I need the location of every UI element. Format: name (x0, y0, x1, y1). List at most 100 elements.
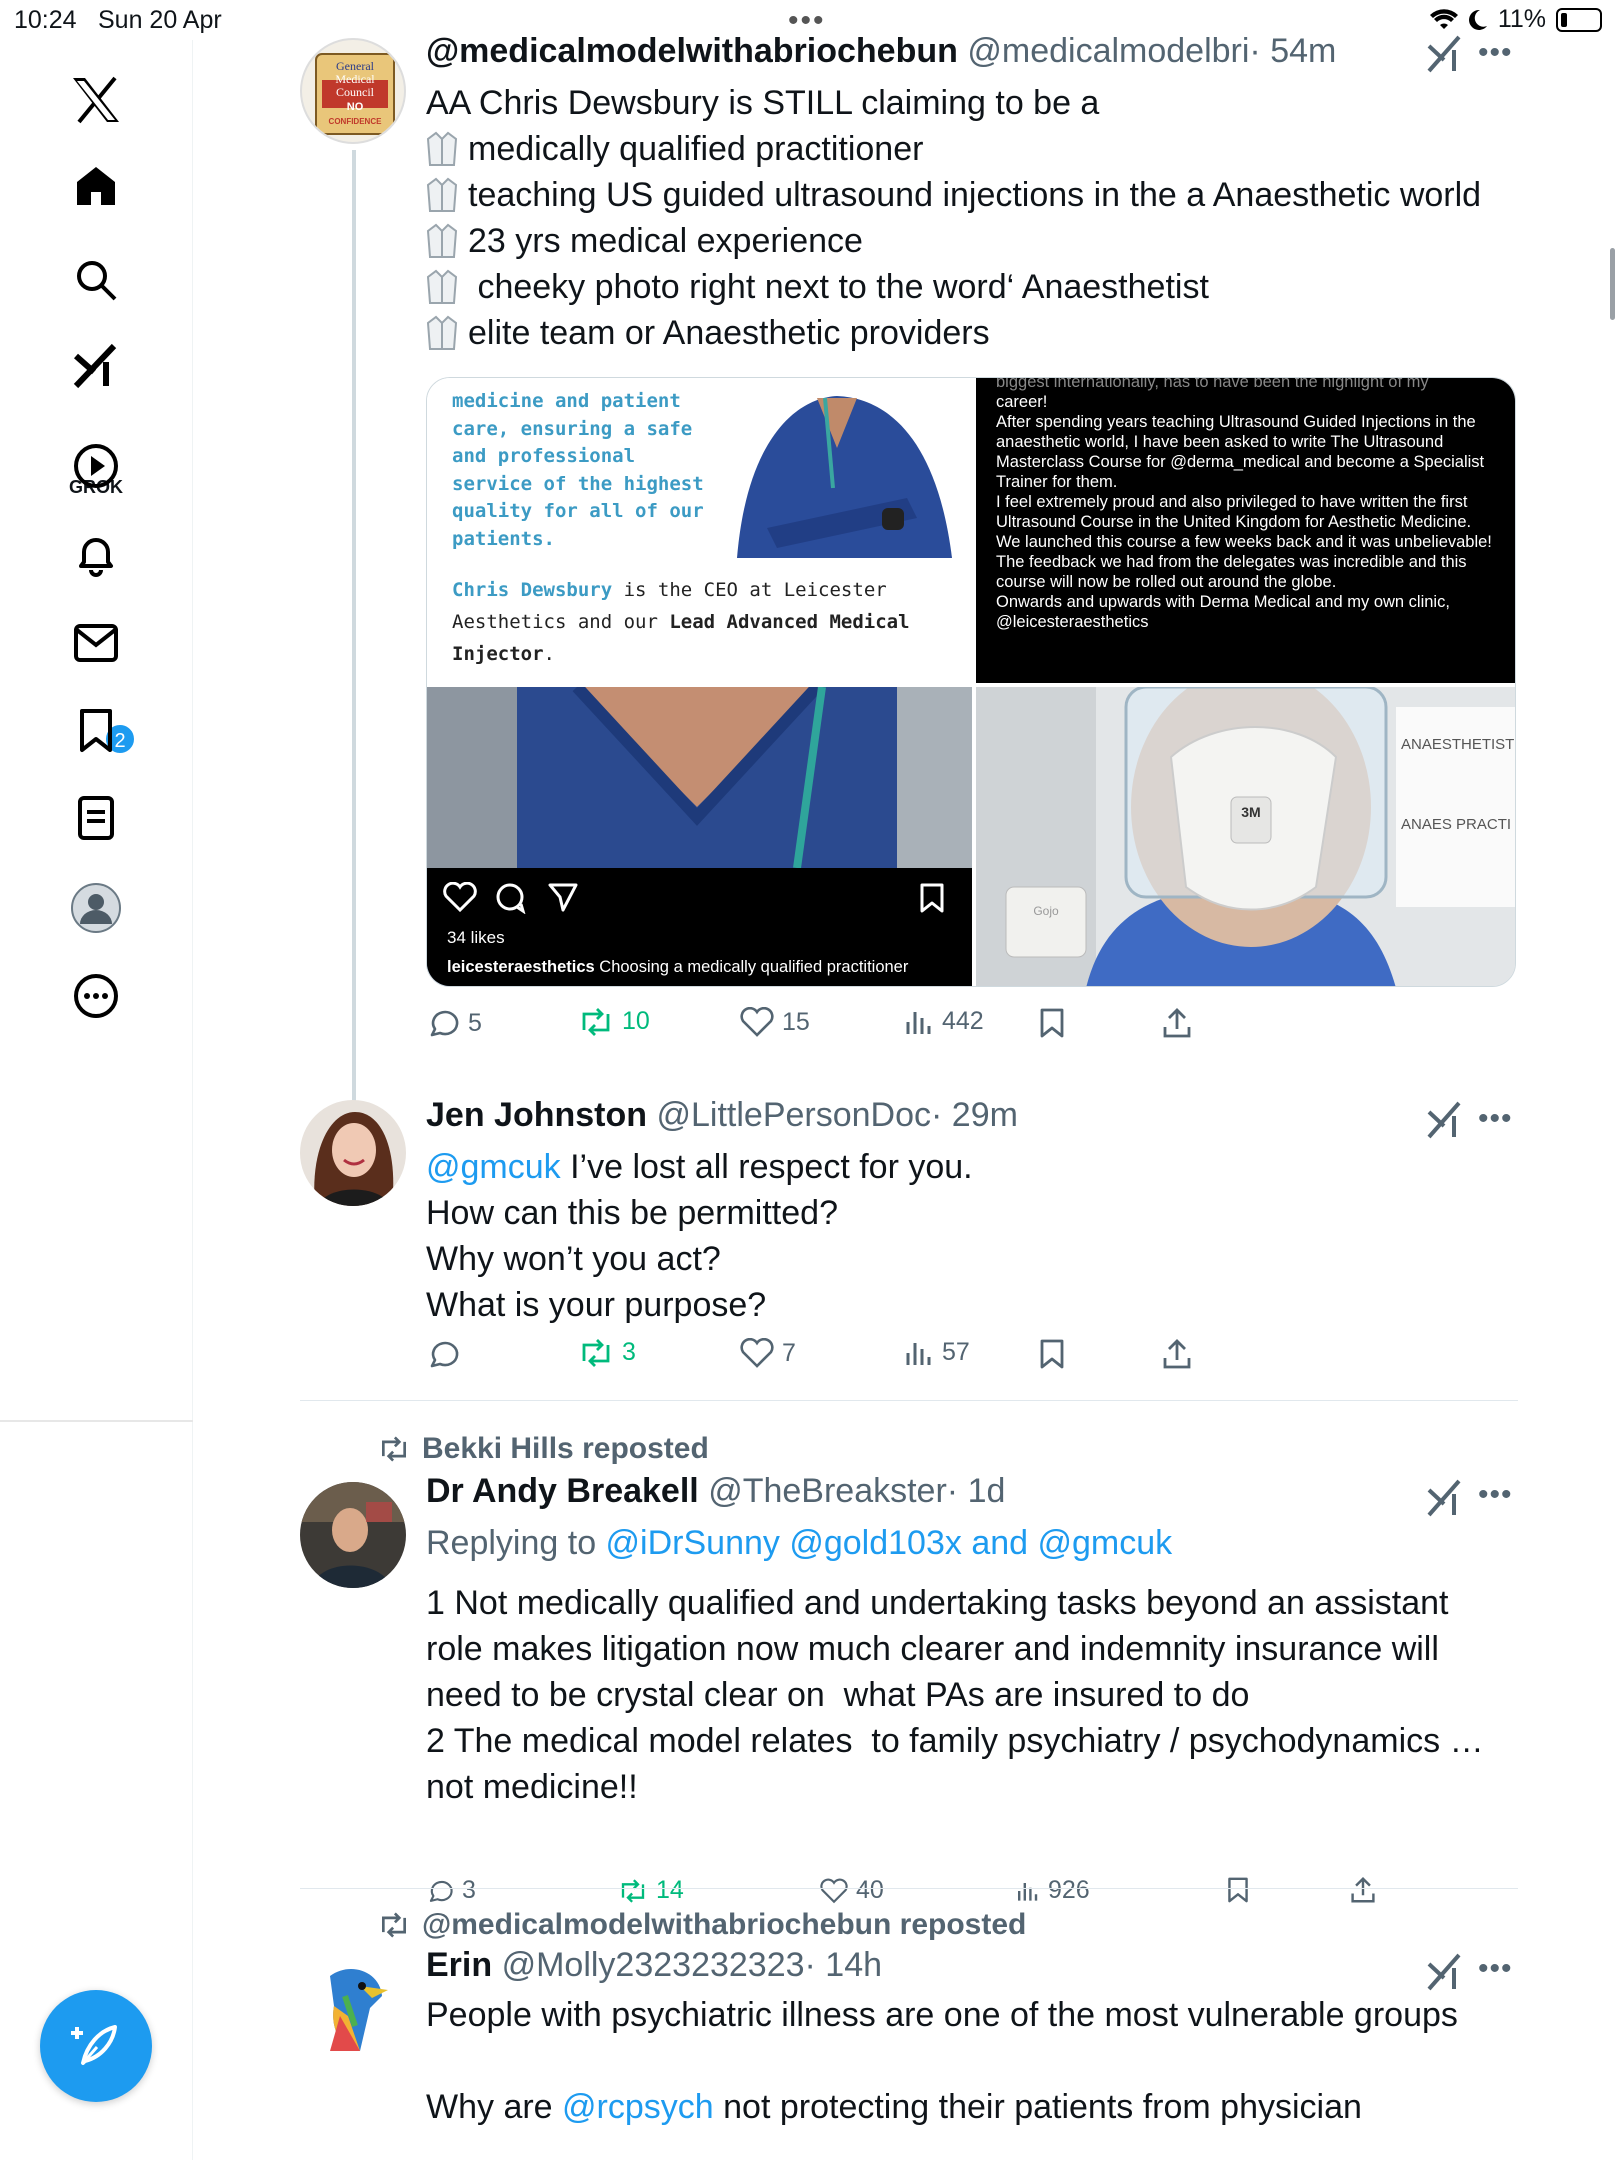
media-image-1[interactable]: medicine and patient care, ensuring a sa… (427, 378, 972, 683)
post-line: AA Chris Dewsbury is STILL claiming to b… (426, 84, 1100, 122)
video-play-icon[interactable] (68, 438, 124, 494)
repost-icon (582, 1007, 610, 1036)
lab-coat-icon (426, 315, 458, 351)
timeline-feed: General Medical Council NO CONFIDENCE @m… (193, 32, 1620, 2160)
repost-icon (582, 1338, 610, 1367)
post-line: elite team or Anaesthetic providers (468, 314, 990, 352)
media-image-2[interactable]: biggest internationally, has to have bee… (976, 378, 1515, 683)
reply-button[interactable]: 3 (426, 1876, 476, 1905)
grok-explain-icon[interactable] (1426, 1478, 1466, 1518)
moon-icon (1468, 9, 1487, 30)
like-count: 7 (782, 1338, 796, 1367)
post-media-grid[interactable]: medicine and patient care, ensuring a sa… (426, 377, 1516, 987)
caption-name: Chris Dewsbury (452, 579, 613, 601)
compose-feather-icon (71, 2025, 117, 2065)
mention-link[interactable]: @rcpsych (562, 2088, 714, 2126)
grok-icon[interactable] (68, 338, 124, 394)
messages-envelope-icon[interactable] (68, 615, 124, 671)
grok-explain-icon[interactable] (1426, 34, 1466, 74)
author-name[interactable]: Jen Johnston (426, 1096, 647, 1134)
grok-explain-icon[interactable] (1426, 1100, 1466, 1140)
views-button[interactable]: 926 (1016, 1876, 1090, 1905)
post-time[interactable]: · 29m (931, 1096, 1018, 1134)
replying-to-mentions[interactable]: @iDrSunny @gold103x and @gmcuk (606, 1524, 1173, 1562)
avatar[interactable] (300, 1482, 406, 1588)
bookmark-button[interactable] (1226, 1876, 1250, 1904)
avatar-text-2: Medical (335, 72, 375, 86)
post-line: 23 yrs medical experience (468, 222, 863, 260)
mention-link[interactable]: @gmcuk (426, 1148, 561, 1186)
post-line: not protecting their patients from physi… (713, 2088, 1362, 2126)
more-options-icon[interactable]: ••• (1478, 1952, 1513, 1986)
author-handle[interactable]: @Molly2323232323 (502, 1946, 805, 1984)
repost-indicator: Bekki Hills reposted (378, 1432, 709, 1466)
comment-icon[interactable] (495, 882, 527, 914)
author-handle[interactable]: @medicalmodelbri (967, 32, 1249, 70)
views-button[interactable]: 442 (904, 1007, 984, 1036)
side-nav: GROK 2 (0, 40, 193, 2160)
avatar-text-1: General (336, 59, 375, 73)
profile-avatar-icon[interactable] (68, 880, 124, 936)
repost-by[interactable]: Bekki Hills reposted (422, 1432, 709, 1466)
post-time[interactable]: · 54m (1249, 32, 1336, 70)
avatar[interactable] (300, 1100, 406, 1206)
notifications-bell-icon[interactable] (68, 527, 124, 583)
bookmark-button[interactable] (1038, 1007, 1066, 1039)
repost-button[interactable]: 14 (618, 1876, 684, 1905)
views-button[interactable]: 57 (904, 1338, 970, 1367)
more-options-icon[interactable]: ••• (1478, 1102, 1513, 1136)
like-button[interactable]: 7 (740, 1338, 796, 1368)
media-2-text-2: After spending years teaching Ultrasound… (996, 413, 1485, 491)
share-upload-icon (1163, 1008, 1191, 1038)
battery-icon (1556, 7, 1602, 32)
repost-by[interactable]: @medicalmodelwithabriochebun reposted (422, 1908, 1026, 1942)
home-icon[interactable] (68, 158, 124, 214)
search-icon[interactable] (68, 252, 124, 308)
repost-button[interactable]: 10 (578, 1007, 650, 1036)
grok-explain-icon[interactable] (1426, 1952, 1466, 1992)
share-plane-icon[interactable] (547, 882, 579, 912)
author-handle[interactable]: @TheBreakster (708, 1472, 947, 1510)
like-button[interactable]: 15 (740, 1007, 810, 1037)
post-divider (300, 1888, 1518, 1889)
compose-post-button[interactable] (40, 1990, 152, 2102)
repost-button[interactable]: 3 (578, 1338, 636, 1367)
bookmark-button[interactable] (1038, 1338, 1066, 1370)
share-button[interactable] (1162, 1007, 1192, 1039)
avatar[interactable]: General Medical Council NO CONFIDENCE (300, 38, 406, 144)
author-handle[interactable]: @LittlePersonDoc (656, 1096, 931, 1134)
share-button[interactable] (1162, 1338, 1192, 1370)
post-time[interactable]: · 1d (947, 1472, 1006, 1510)
post-line: 1 Not medically qualified and undertakin… (426, 1584, 1449, 1622)
post-line: not medicine!! (426, 1768, 638, 1806)
post-time[interactable]: · 14h (805, 1946, 883, 1984)
author-name[interactable]: Erin (426, 1946, 492, 1984)
author-name[interactable]: Dr Andy Breakell (426, 1472, 699, 1510)
avatar[interactable] (300, 1956, 406, 2062)
author-name[interactable]: @medicalmodelwithabriochebun (426, 32, 958, 70)
lists-icon[interactable] (68, 790, 124, 846)
post-line: medically qualified practitioner (468, 130, 924, 168)
post-divider (300, 1400, 1518, 1401)
media-1-caption: Chris Dewsbury is the CEO at Leicester A… (452, 574, 962, 670)
more-options-icon[interactable] (68, 968, 124, 1024)
sign-anaesthetist: ANAESTHETIST (1401, 736, 1514, 753)
repost-icon (382, 1436, 406, 1462)
scrollbar-thumb[interactable] (1610, 248, 1615, 320)
reply-button[interactable]: 5 (426, 1007, 482, 1039)
media-image-3[interactable]: 34 likes leicesteraesthetics Choosing a … (427, 687, 972, 986)
wifi-icon (1429, 8, 1458, 29)
more-options-icon[interactable]: ••• (1478, 36, 1513, 70)
media-2-text-4: We launched this course a few weeks back… (996, 533, 1492, 551)
media-image-4[interactable]: Gojo 3M ANAESTHETIST ANAES PRACTI (976, 667, 1515, 986)
save-bookmark-icon[interactable] (919, 882, 945, 914)
reply-button[interactable] (426, 1338, 468, 1370)
bookmarks-icon[interactable] (68, 703, 124, 759)
share-button[interactable] (1350, 1876, 1376, 1904)
like-button[interactable]: 40 (820, 1876, 884, 1905)
instagram-caption: leicesteraesthetics Choosing a medically… (447, 958, 967, 977)
x-logo-icon[interactable] (68, 72, 124, 128)
more-options-icon[interactable]: ••• (1478, 1478, 1513, 1512)
lab-coat-icon (426, 223, 458, 259)
heart-icon[interactable] (443, 882, 477, 912)
